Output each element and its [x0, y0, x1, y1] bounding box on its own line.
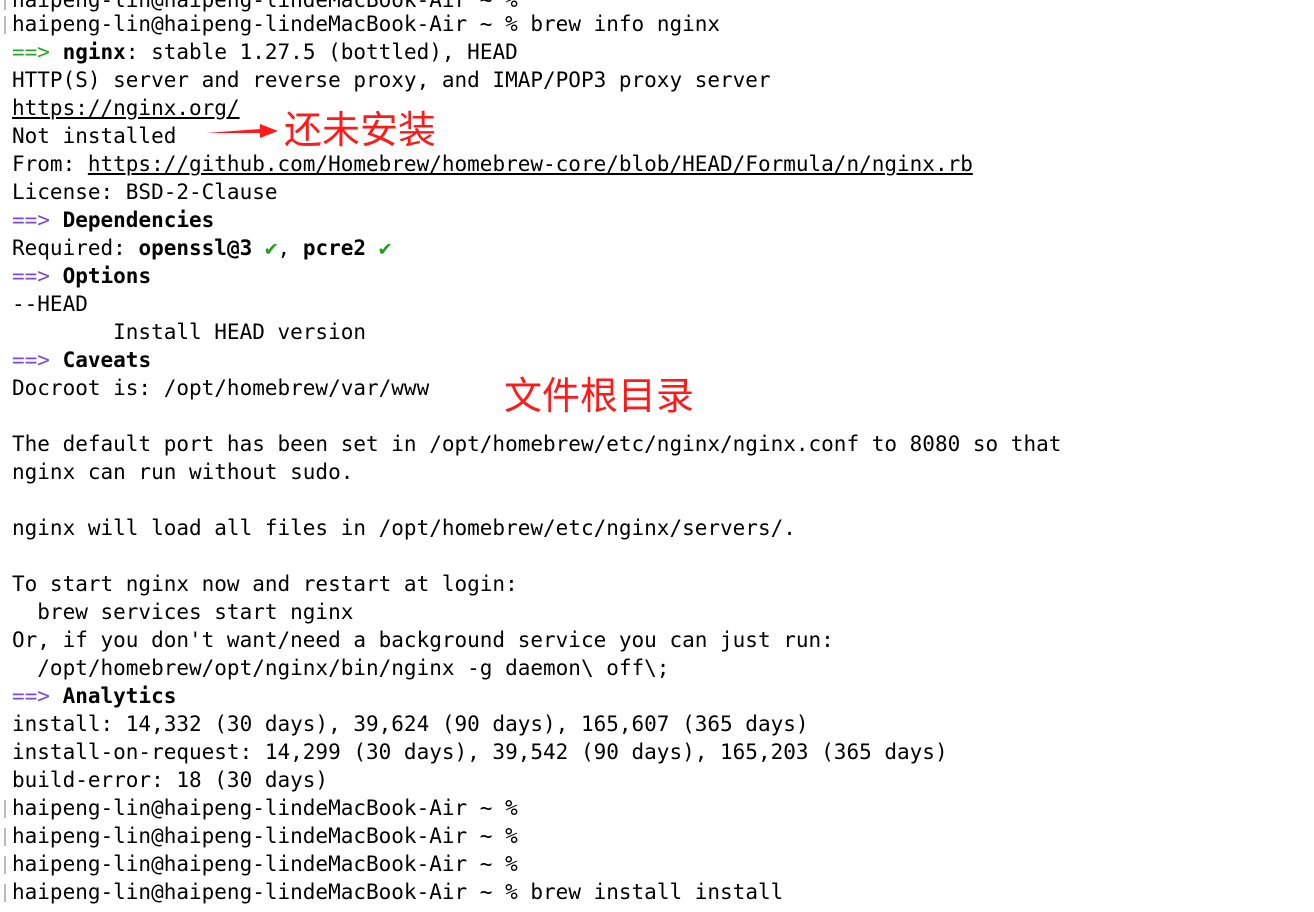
- command-line: haipeng-lin@haipeng-lindeMacBook-Air ~ %…: [12, 10, 720, 38]
- from-line: From: https://github.com/Homebrew/homebr…: [12, 152, 973, 176]
- from-url-link[interactable]: https://github.com/Homebrew/homebrew-cor…: [88, 152, 973, 176]
- install-status: Not installed: [12, 124, 177, 148]
- option-flag: --HEAD: [12, 292, 88, 316]
- analytics-build-error: build-error: 18 (30 days): [12, 768, 329, 792]
- line-marker: [4, 0, 6, 10]
- formula-name: nginx: [62, 40, 126, 64]
- formula-description: HTTP(S) server and reverse proxy, and IM…: [12, 68, 771, 92]
- arrow-marker: ==>: [12, 684, 50, 708]
- line-marker: [4, 16, 6, 34]
- prompt-line: haipeng-lin@haipeng-lindeMacBook-Air ~ %: [12, 824, 518, 848]
- arrow-marker: ==>: [12, 348, 50, 372]
- formula-header: ==> nginx: stable 1.27.5 (bottled), HEAD: [12, 38, 518, 66]
- option-description: Install HEAD version: [12, 320, 367, 344]
- caveat-port-line-1: The default port has been set in /opt/ho…: [12, 432, 1062, 456]
- check-icon: ✔: [378, 236, 392, 260]
- line-marker: [4, 800, 6, 818]
- section-options: ==> Options: [12, 264, 152, 288]
- license-line: License: BSD-2-Clause: [12, 180, 278, 204]
- command-text: brew install install: [530, 880, 784, 904]
- prompt-line: haipeng-lin@haipeng-lindeMacBook-Air ~ %: [12, 796, 518, 820]
- prompt: haipeng-lin@haipeng-lindeMacBook-Air ~ %: [12, 12, 518, 36]
- caveat-start-command: brew services start nginx: [12, 600, 354, 624]
- arrow-marker: ==>: [12, 40, 50, 64]
- analytics-install-on-request: install-on-request: 14,299 (30 days), 39…: [12, 740, 948, 764]
- homepage-link[interactable]: https://nginx.org/: [12, 94, 240, 122]
- caveat-port-line-2: nginx can run without sudo.: [12, 460, 354, 484]
- check-icon: ✔: [264, 236, 278, 260]
- line-marker: [4, 884, 6, 902]
- section-analytics: ==> Analytics: [12, 684, 177, 708]
- line-marker: [4, 856, 6, 874]
- dependency-pcre2: pcre2: [302, 236, 367, 260]
- annotation-docroot: 文件根目录: [504, 374, 695, 418]
- caveat-servers-line: nginx will load all files in /opt/homebr…: [12, 516, 796, 540]
- analytics-install: install: 14,332 (30 days), 39,624 (90 da…: [12, 712, 809, 736]
- formula-version: : stable 1.27.5 (bottled), HEAD: [125, 40, 518, 64]
- caveat-start-line: To start nginx now and restart at login:: [12, 572, 518, 596]
- annotation-arrow-icon: [206, 124, 278, 138]
- command-text: brew info nginx: [530, 12, 721, 36]
- line-marker: [4, 828, 6, 846]
- arrow-marker: ==>: [12, 264, 50, 288]
- required-line: Required: openssl@3 ✔, pcre2 ✔: [12, 236, 392, 260]
- annotation-not-installed: 还未安装: [284, 108, 437, 152]
- arrow-marker: ==>: [12, 208, 50, 232]
- docroot-line: Docroot is: /opt/homebrew/var/www: [12, 376, 430, 400]
- caveat-run-command: /opt/homebrew/opt/nginx/bin/nginx -g dae…: [12, 656, 670, 680]
- command-line-install: haipeng-lin@haipeng-lindeMacBook-Air ~ %…: [12, 878, 783, 906]
- caveat-or-line: Or, if you don't want/need a background …: [12, 628, 834, 652]
- dependency-openssl: openssl@3: [138, 236, 253, 260]
- section-dependencies: ==> Dependencies: [12, 208, 215, 232]
- prompt: haipeng-lin@haipeng-lindeMacBook-Air ~ %: [12, 880, 518, 904]
- section-caveats: ==> Caveats: [12, 348, 152, 372]
- prompt-line: haipeng-lin@haipeng-lindeMacBook-Air ~ %: [12, 852, 518, 876]
